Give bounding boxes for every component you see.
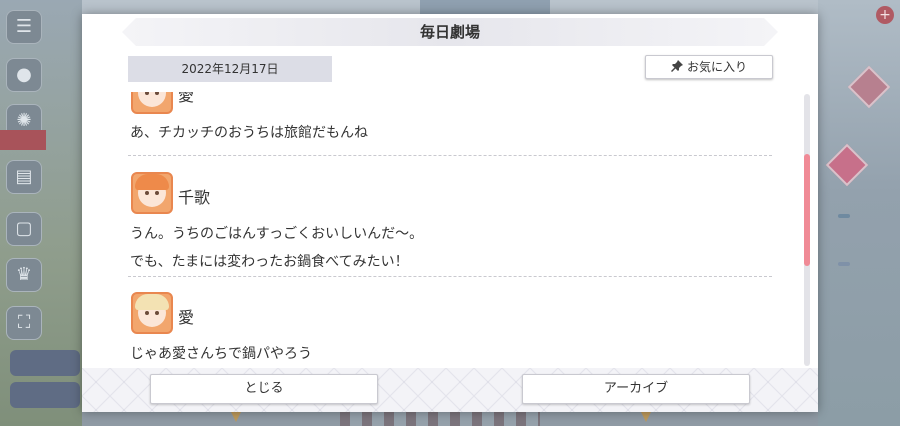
- background-characters: [340, 410, 540, 426]
- trophy-icon: ♛: [6, 258, 42, 292]
- scrollbar[interactable]: [804, 94, 810, 366]
- background-tag-2: [838, 262, 850, 266]
- entry-divider: [128, 276, 772, 277]
- background-tag: [838, 214, 850, 218]
- speaker-name: 愛: [178, 308, 195, 327]
- background-heart-icon: [825, 143, 869, 187]
- avatar-ai: [131, 292, 173, 334]
- pin-icon: [670, 56, 683, 78]
- dialogue-line: うん。うちのごはんすっごくおいしいんだ〜。: [130, 226, 424, 242]
- dialog-title: 毎日劇場: [419, 23, 480, 41]
- speaker-name: 千歌: [178, 188, 211, 207]
- background-left-panel: ☰ ● ✺ ▤ ▢ ♛ ⛶: [0, 0, 82, 426]
- favorite-button[interactable]: お気に入り: [645, 55, 773, 79]
- avatar-ai: [131, 92, 173, 114]
- menu-icon: ☰: [6, 10, 42, 44]
- entry-divider: [128, 155, 772, 156]
- scrollbar-thumb[interactable]: [804, 154, 810, 266]
- dialogue-line: あ、チカッチのおうちは旅館だもんね: [130, 125, 368, 141]
- background-diamond-icon: [847, 65, 891, 109]
- speaker-name: 愛: [178, 92, 195, 105]
- avatar-chika: [131, 172, 173, 214]
- event-ribbon: [0, 130, 46, 150]
- background-right-panel: +: [818, 0, 900, 426]
- background-top-strip: [420, 0, 550, 14]
- fullscreen-icon: ⛶: [6, 306, 42, 340]
- background-button-2: [10, 382, 80, 408]
- chat-icon: ▢: [6, 212, 42, 246]
- dialog-footer: とじる アーカイブ: [82, 368, 818, 412]
- news-icon: ●: [6, 58, 42, 92]
- favorite-label: お気に入り: [686, 60, 747, 74]
- dialog-title-bar: 毎日劇場: [122, 18, 778, 46]
- dialogue-line: でも、たまには変わったお鍋食べてみたい！: [130, 254, 409, 270]
- plus-icon: +: [876, 6, 894, 24]
- archive-button[interactable]: アーカイブ: [522, 374, 750, 404]
- conversation-log[interactable]: 愛 あ、チカッチのおうちは旅館だもんね 千歌 うん。うちのごはんすっごくおいしい…: [128, 92, 778, 368]
- dialogue-line: じゃあ愛さんちで鍋パやろう: [130, 346, 312, 362]
- background-button-1: [10, 350, 80, 376]
- gift-icon: ▤: [6, 160, 42, 194]
- date-label: 2022年12月17日: [128, 56, 332, 82]
- daily-theater-dialog: 毎日劇場 2022年12月17日 お気に入り 愛 あ、チカッチのおうちは旅館だも…: [82, 14, 818, 412]
- close-button[interactable]: とじる: [150, 374, 378, 404]
